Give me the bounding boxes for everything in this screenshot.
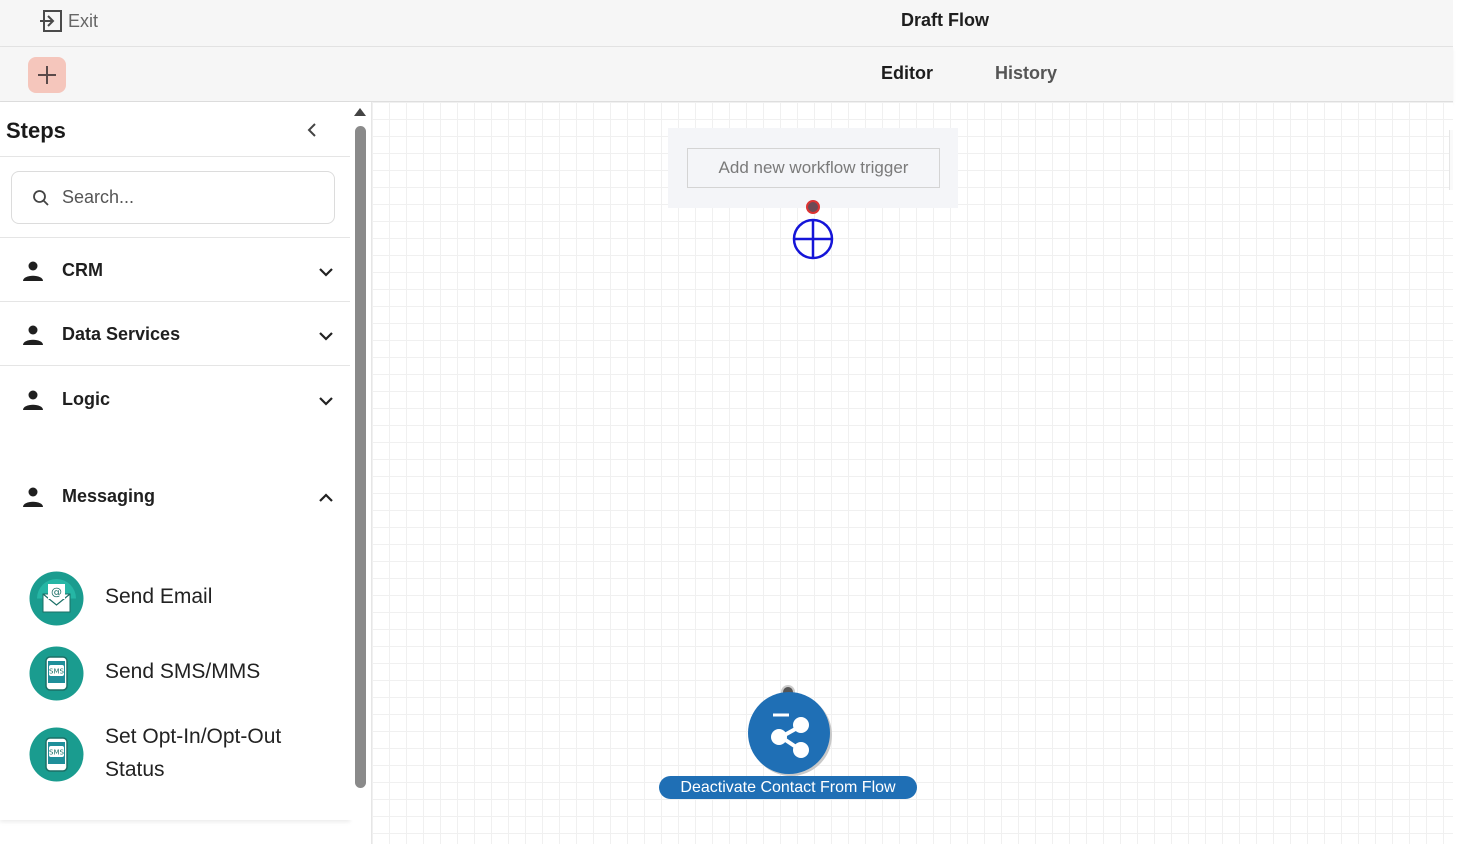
person-icon: [23, 487, 43, 507]
trigger-connector[interactable]: [806, 200, 820, 214]
sidebar-scrollbar[interactable]: [350, 102, 371, 820]
action-label: Send SMS/MMS: [105, 660, 261, 683]
page-title-text: Draft Flow: [901, 10, 989, 30]
category-logic[interactable]: Logic: [0, 367, 350, 431]
trigger-container: Add new workflow trigger: [668, 128, 958, 208]
deactivate-contact-node[interactable]: [748, 692, 830, 774]
sms-icon: SMS: [29, 727, 84, 782]
search-input[interactable]: [62, 187, 292, 208]
tab-editor[interactable]: Editor: [881, 63, 933, 84]
category-label: CRM: [62, 260, 103, 280]
category-messaging[interactable]: Messaging: [0, 464, 350, 528]
tab-history[interactable]: History: [995, 63, 1057, 84]
person-icon: [23, 325, 43, 345]
action-label-line2: Status: [105, 758, 165, 781]
category-data-services[interactable]: Data Services: [0, 302, 350, 366]
person-icon: [23, 390, 43, 410]
chevron-up-icon: [319, 493, 333, 502]
top-bar: Exit Draft Flow: [0, 0, 1453, 47]
chevron-down-icon: [319, 268, 333, 277]
exit-button[interactable]: Exit: [38, 8, 98, 34]
toolbar: Editor History: [0, 47, 1453, 104]
search-box[interactable]: [11, 171, 335, 224]
scroll-up-arrow-icon[interactable]: [354, 108, 366, 116]
action-set-opt-status[interactable]: SMS Set Opt-In/Opt-Out Status: [0, 720, 350, 790]
right-panel-edge: [1449, 130, 1453, 190]
chevron-left-icon[interactable]: [300, 118, 324, 142]
add-step-button[interactable]: [28, 57, 66, 93]
sidebar-title: Steps: [6, 118, 66, 143]
person-icon: [23, 261, 43, 281]
chevron-down-icon: [319, 332, 333, 341]
plus-icon: [38, 66, 56, 84]
add-trigger-button[interactable]: Add new workflow trigger: [687, 148, 940, 188]
chevron-down-icon: [319, 397, 333, 406]
action-label: Send Email: [105, 585, 213, 608]
svg-text:SMS: SMS: [49, 668, 64, 676]
search-icon: [33, 189, 49, 206]
category-crm[interactable]: CRM: [0, 238, 350, 302]
share-icon: [771, 713, 809, 758]
sidebar-header: Steps: [0, 102, 350, 157]
add-node-icon[interactable]: [792, 218, 834, 260]
steps-sidebar: Steps CRM Data Services: [0, 102, 350, 820]
workflow-canvas[interactable]: Add new workflow trigger Deactivate Cont…: [371, 102, 1453, 844]
action-label-line1: Set Opt-In/Opt-Out: [105, 725, 282, 748]
page-title: Draft Flow: [0, 10, 1464, 31]
scroll-thumb[interactable]: [355, 126, 366, 788]
email-icon: @: [29, 571, 84, 626]
action-send-email[interactable]: @ Send Email: [0, 569, 350, 629]
category-label: Messaging: [62, 486, 156, 506]
svg-text:@: @: [51, 586, 62, 599]
category-label: Logic: [62, 389, 110, 409]
sms-icon: SMS: [29, 646, 84, 701]
exit-label: Exit: [68, 10, 99, 31]
exit-icon: [40, 10, 62, 32]
action-send-sms[interactable]: SMS Send SMS/MMS: [0, 643, 350, 703]
category-label: Data Services: [62, 324, 181, 344]
node-label[interactable]: Deactivate Contact From Flow: [659, 776, 917, 799]
svg-text:SMS: SMS: [49, 749, 64, 757]
